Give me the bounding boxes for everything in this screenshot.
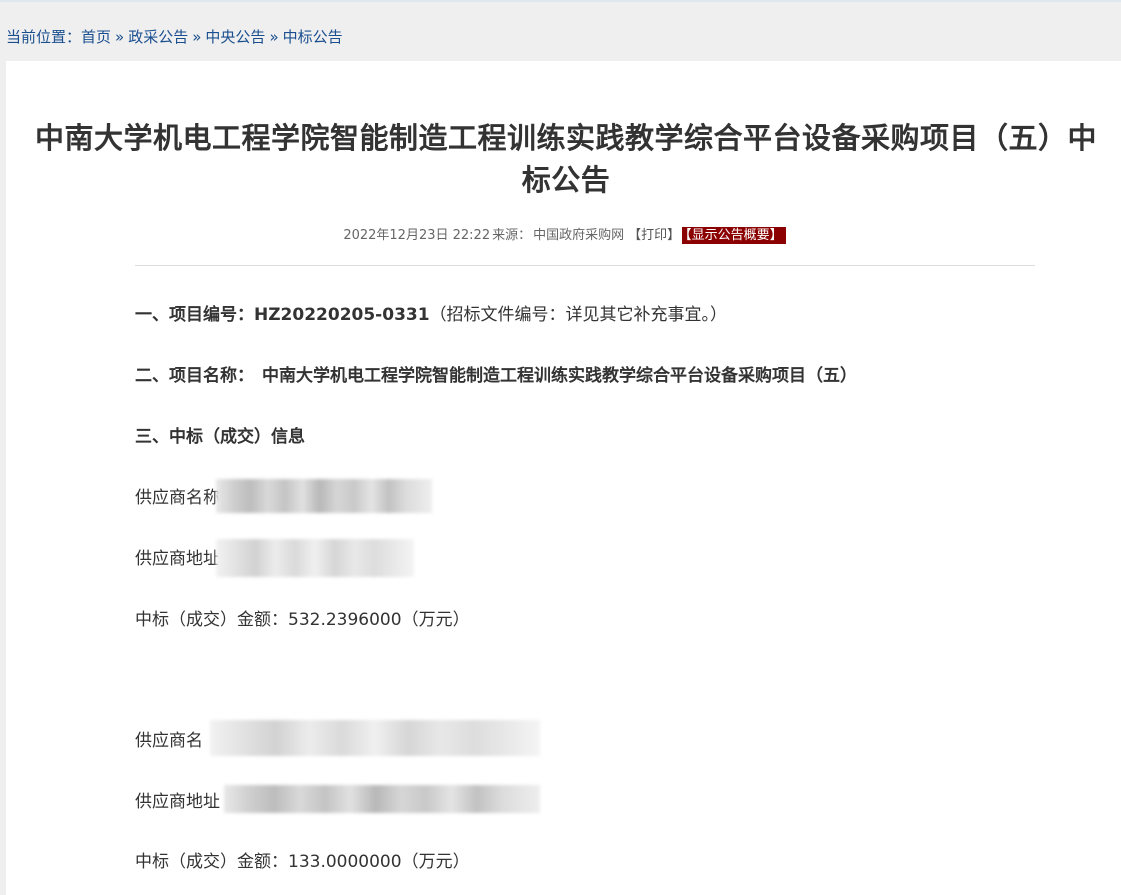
project-name-value: 中南大学机电工程学院智能制造工程训练实践教学综合平台设备采购项目（五） — [262, 366, 857, 386]
breadcrumb-award-notices[interactable]: 中标公告 — [283, 28, 343, 46]
project-number-note: （招标文件编号：详见其它补充事宜。） — [429, 305, 728, 325]
source-name: 中国政府采购网 — [533, 228, 625, 243]
project-name: 二、项目名称： 中南大学机电工程学院智能制造工程训练实践教学综合平台设备采购项目（… — [135, 364, 857, 388]
supplier-1-amount-label: 中标（成交）金额： — [135, 610, 288, 630]
publish-datetime: 2022年12月23日 22:22 — [343, 228, 491, 243]
supplier-1-amount-value: 532.2396000（万元） — [288, 610, 470, 630]
article-panel: 中南大学机电工程学院智能制造工程训练实践教学综合平台设备采购项目（五）中标公告 … — [6, 61, 1121, 895]
supplier-2-address: 供应商地址 — [135, 790, 220, 814]
breadcrumb-central-notices[interactable]: 中央公告 — [205, 28, 265, 46]
supplier-2-amount-value: 133.0000000（万元） — [288, 852, 470, 872]
breadcrumb-separator: » — [115, 28, 125, 46]
supplier-2-name: 供应商名 — [135, 729, 203, 753]
project-number-value: HZ20220205-0331 — [254, 305, 430, 325]
redacted-block — [216, 479, 432, 513]
breadcrumb: 当前位置：首页» 政采公告» 中央公告» 中标公告 — [6, 27, 343, 47]
supplier-1-name-label: 供应商名称 — [135, 488, 220, 508]
breadcrumb-separator: » — [192, 28, 202, 46]
redacted-block — [210, 720, 540, 756]
supplier-1-address: 供应商地址 — [135, 547, 220, 571]
supplier-2-amount-label: 中标（成交）金额： — [135, 852, 288, 872]
breadcrumb-separator: » — [269, 28, 279, 46]
source-label: 来源： — [492, 228, 532, 243]
page-title: 中南大学机电工程学院智能制造工程训练实践教学综合平台设备采购项目（五）中标公告 — [34, 121, 1097, 197]
supplier-1-address-label: 供应商地址 — [135, 549, 220, 569]
supplier-2-address-label: 供应商地址 — [135, 792, 220, 812]
breadcrumb-label: 当前位置： — [6, 28, 82, 46]
redacted-block — [224, 785, 540, 813]
print-button[interactable]: 【打印】 — [628, 228, 680, 243]
redacted-block — [216, 539, 414, 577]
project-number: 一、项目编号：HZ20220205-0331（招标文件编号：详见其它补充事宜。） — [135, 303, 727, 327]
divider — [135, 265, 1035, 266]
supplier-2-name-label: 供应商名 — [135, 731, 203, 751]
award-info-heading: 三、中标（成交）信息 — [135, 427, 305, 447]
breadcrumb-home[interactable]: 首页 — [81, 28, 111, 46]
article-meta: 2022年12月23日 22:22 来源： 中国政府采购网 【打印】 【显示公告概要】 — [6, 227, 1121, 245]
breadcrumb-gov-notices[interactable]: 政采公告 — [128, 28, 188, 46]
project-number-label: 一、项目编号： — [135, 305, 254, 325]
supplier-1-amount: 中标（成交）金额：532.2396000（万元） — [135, 608, 470, 632]
top-border — [0, 0, 1121, 2]
supplier-2-amount: 中标（成交）金额：133.0000000（万元） — [135, 850, 470, 874]
show-summary-button[interactable]: 【显示公告概要】 — [682, 227, 786, 244]
project-name-label: 二、项目名称： — [135, 366, 254, 386]
supplier-1-name: 供应商名称 — [135, 486, 220, 510]
